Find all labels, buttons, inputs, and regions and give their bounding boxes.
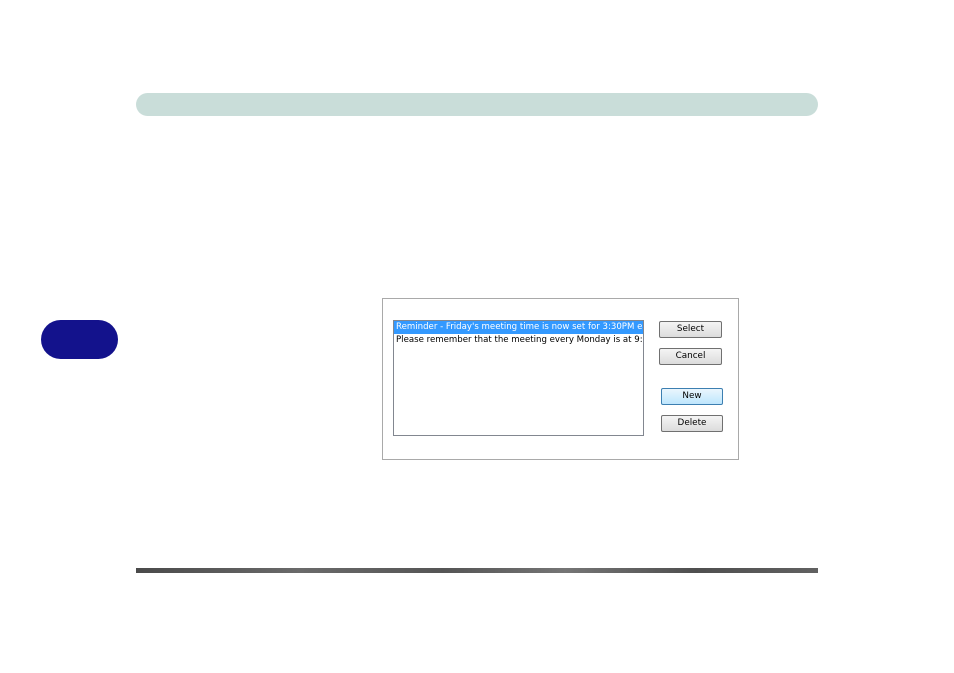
footer-divider xyxy=(136,568,818,573)
message-list[interactable]: Reminder - Friday's meeting time is now … xyxy=(393,320,644,436)
cancel-button[interactable]: Cancel xyxy=(659,348,722,365)
page-header-bar xyxy=(136,93,818,116)
select-button[interactable]: Select xyxy=(659,321,722,338)
new-button[interactable]: New xyxy=(661,388,723,405)
message-dialog: Reminder - Friday's meeting time is now … xyxy=(382,298,739,460)
list-item[interactable]: Reminder - Friday's meeting time is now … xyxy=(394,321,643,334)
list-item[interactable]: Please remember that the meeting every M… xyxy=(394,334,643,347)
chapter-side-tab xyxy=(41,320,118,359)
delete-button[interactable]: Delete xyxy=(661,415,723,432)
